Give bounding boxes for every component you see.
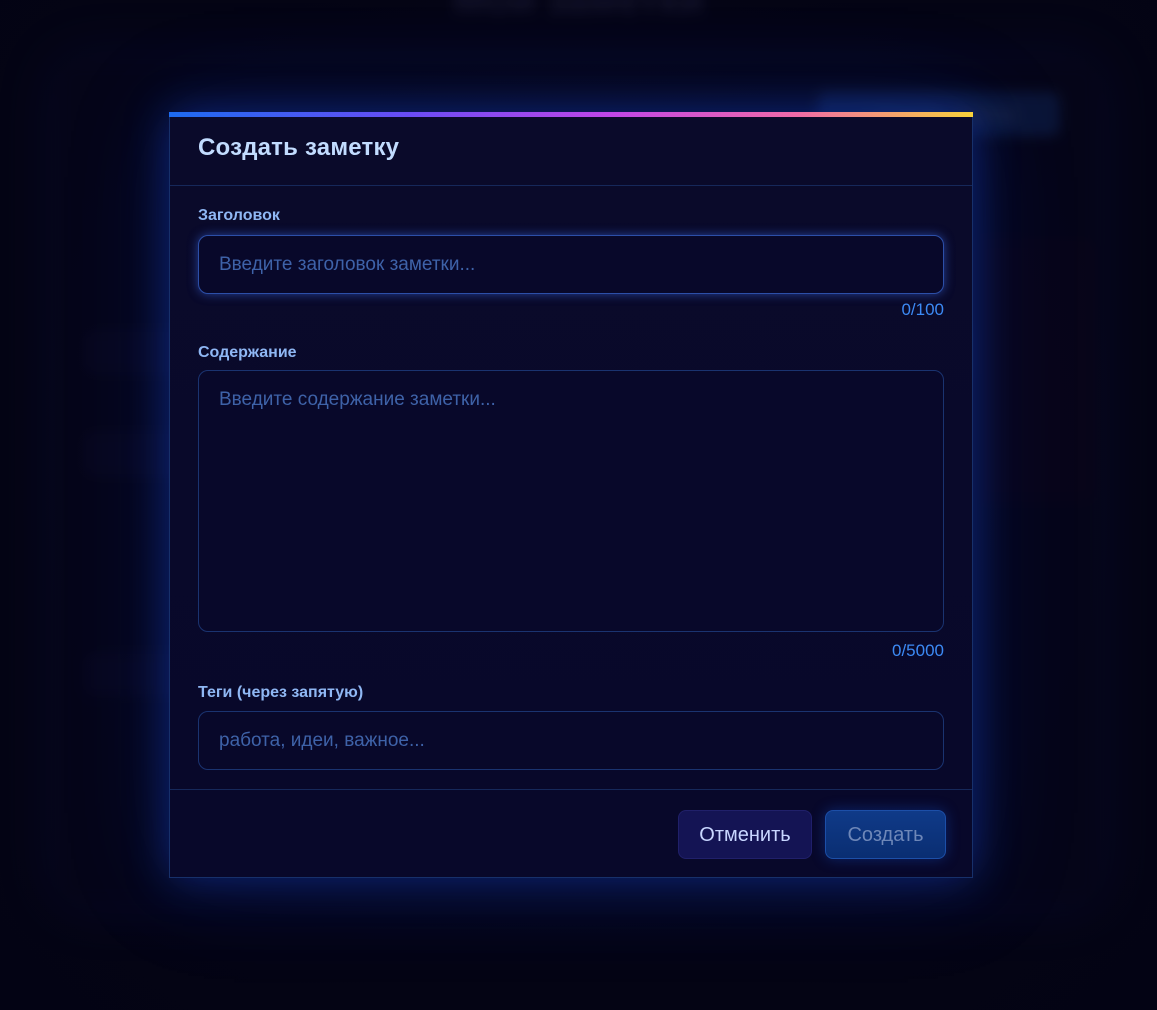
create-button[interactable]: Создать xyxy=(825,810,946,859)
content-field-label: Содержание xyxy=(198,344,297,361)
dialog-footer: Отменить Создать xyxy=(170,789,972,877)
content-char-counter: 0/5000 xyxy=(892,641,944,660)
tags-field-label: Теги (через запятую) xyxy=(198,684,364,701)
screen: Мои заметки + Создать заметку Создать за… xyxy=(0,0,1157,1010)
create-note-dialog: Создать заметку Заголовок 0/100 Содержан… xyxy=(169,112,973,878)
title-field-label: Заголовок xyxy=(198,207,280,224)
title-char-counter: 0/100 xyxy=(901,300,944,319)
dialog-title: Создать заметку xyxy=(198,134,400,161)
tags-input[interactable] xyxy=(198,711,944,770)
dialog-header: Создать заметку xyxy=(170,117,972,186)
title-input[interactable] xyxy=(198,235,944,294)
content-textarea[interactable] xyxy=(198,370,944,632)
cancel-button[interactable]: Отменить xyxy=(678,810,812,859)
